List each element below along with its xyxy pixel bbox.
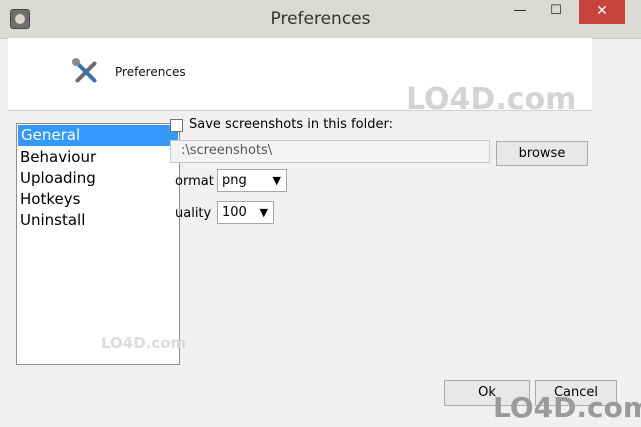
corner-watermark: LO4D.com [493,391,641,424]
close-button[interactable]: ✕ [579,0,625,24]
save-folder-label: Save screenshots in this folder: [189,117,393,132]
quality-value: 100 [222,205,247,220]
header-panel: Preferences LO4D.com [8,38,592,117]
save-folder-checkbox[interactable] [170,119,183,132]
list-watermark: LO4D.com [101,334,187,352]
browse-button[interactable]: browse [496,141,588,166]
quality-select[interactable]: 100 ▼ [217,201,274,224]
category-list[interactable]: General Behaviour Uploading Hotkeys Unin… [16,123,186,365]
format-label: ormat [175,174,214,189]
chevron-down-icon: ▼ [272,174,281,187]
category-item-uninstall[interactable]: Uninstall [17,210,179,231]
chevron-down-icon: ▼ [259,206,268,219]
category-item-uploading[interactable]: Uploading [17,168,179,189]
category-item-hotkeys[interactable]: Hotkeys [17,189,179,210]
title-bar: Preferences — ☐ ✕ [0,0,641,39]
tools-icon [72,58,97,83]
format-value: png [222,173,247,188]
folder-path-input[interactable]: :\screenshots\ [170,140,490,163]
minimize-button[interactable]: — [502,0,538,24]
header-title: Preferences [115,65,186,79]
format-select[interactable]: png ▼ [217,169,287,192]
watermark: LO4D.com [406,82,577,117]
category-item-general[interactable]: General [18,125,178,146]
maximize-button[interactable]: ☐ [538,0,574,24]
category-item-behaviour[interactable]: Behaviour [17,147,179,168]
quality-label: uality [175,206,212,221]
